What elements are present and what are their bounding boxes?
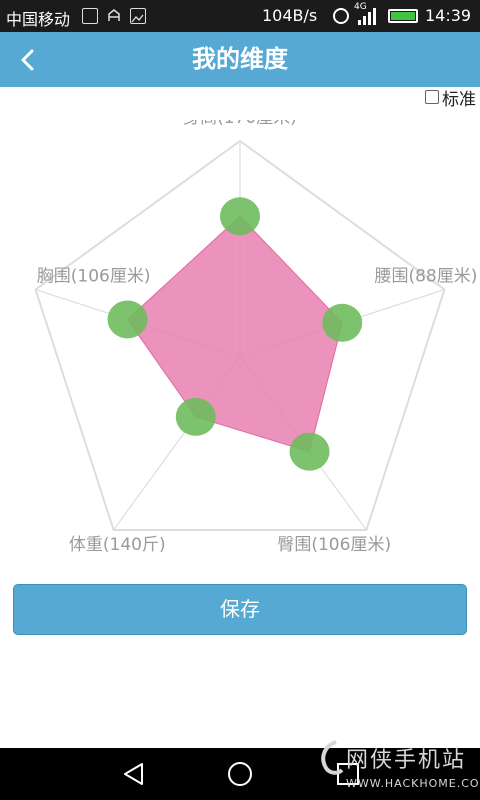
status-bar: 中国移动 104B/s 4G 14:39 xyxy=(0,0,480,32)
alarm-clock-icon xyxy=(333,8,349,24)
watermark-title: 网侠手机站 xyxy=(346,748,467,773)
watermark-url: WWW.HACKHOME.COM xyxy=(346,777,480,790)
chevron-left-icon xyxy=(21,49,34,71)
radar-axis-label: 腰围(88厘米) xyxy=(374,267,477,287)
radar-axis-label: 身高(170厘米) xyxy=(183,120,297,128)
save-button[interactable]: 保存 xyxy=(13,584,467,635)
standard-checkbox[interactable] xyxy=(425,90,439,104)
radar-data-point[interactable] xyxy=(322,303,363,342)
radar-axis-label: 胸围(106厘米) xyxy=(37,267,151,287)
notification-icon xyxy=(82,8,98,24)
nav-back-button[interactable] xyxy=(120,760,148,788)
circle-home-icon xyxy=(228,762,252,786)
battery-icon xyxy=(388,9,418,23)
status-time: 14:39 xyxy=(425,6,472,25)
net-speed: 104B/s xyxy=(262,6,318,25)
radar-data-point[interactable] xyxy=(107,300,148,339)
radar-axis-label: 体重(140斤) xyxy=(69,535,166,555)
radar-axis-label: 臀围(106厘米) xyxy=(277,535,391,555)
radar-data-area xyxy=(126,215,343,453)
title-bar: 我的维度 xyxy=(0,32,480,87)
signal-icon xyxy=(358,8,376,25)
image-icon xyxy=(130,8,146,24)
watermark-logo-icon xyxy=(321,740,344,775)
page-title: 我的维度 xyxy=(192,45,288,73)
triangle-back-icon xyxy=(124,763,143,785)
dimension-radar-chart: 身高(170厘米) 腰围(88厘米) 臀围(106厘米) 体重(140斤) 胸围(106… xyxy=(34,120,477,555)
radar-data-point[interactable] xyxy=(289,432,330,471)
watermark: 网侠手机站 WWW.HACKHOME.COM xyxy=(314,736,480,800)
radar-data-point[interactable] xyxy=(220,197,260,236)
back-button[interactable] xyxy=(10,42,46,78)
standard-label: 标准 xyxy=(442,89,476,110)
usb-icon xyxy=(106,8,122,24)
carrier-label: 中国移动 xyxy=(6,10,71,29)
radar-data-point[interactable] xyxy=(175,397,216,436)
standard-toggle[interactable]: 标准 xyxy=(425,87,476,110)
nav-home-button[interactable] xyxy=(226,760,254,788)
